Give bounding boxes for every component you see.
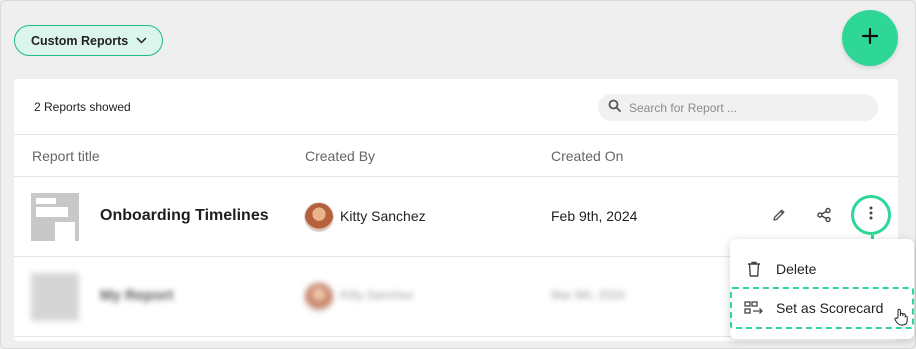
chevron-down-icon	[136, 37, 147, 44]
col-created-by: Created By	[305, 148, 376, 164]
more-options-button[interactable]	[851, 195, 891, 235]
hand-cursor-icon	[894, 308, 908, 331]
custom-reports-dropdown[interactable]: Custom Reports	[14, 25, 163, 56]
reports-count: 2 Reports showed	[34, 100, 131, 114]
row-options-menu: Delete Set as Scorecard	[730, 239, 914, 339]
custom-reports-label: Custom Reports	[31, 33, 129, 48]
menu-item-set-as-scorecard[interactable]: Set as Scorecard	[730, 287, 914, 329]
menu-item-label: Delete	[776, 261, 817, 277]
report-title[interactable]: My Report	[100, 287, 173, 304]
report-title[interactable]: Onboarding Timelines	[100, 207, 269, 225]
created-on: Mar 8th, 2024	[551, 288, 626, 302]
created-by: Kitty Sanchez	[340, 288, 414, 302]
share-icon[interactable]	[813, 204, 835, 226]
search-box[interactable]	[598, 94, 878, 121]
search-icon	[608, 99, 621, 117]
search-input[interactable]	[629, 100, 859, 115]
col-report-title: Report title	[32, 148, 100, 164]
created-on: Feb 9th, 2024	[551, 208, 638, 224]
trash-icon	[744, 261, 764, 277]
menu-item-label: Set as Scorecard	[776, 300, 884, 316]
report-thumbnail	[31, 193, 79, 241]
more-vertical-icon	[869, 206, 873, 225]
created-by: Kitty Sanchez	[340, 208, 426, 224]
avatar	[304, 282, 334, 312]
scorecard-icon	[744, 301, 764, 315]
reports-toolbar: 2 Reports showed	[14, 79, 898, 135]
table-header: Report title Created By Created On	[14, 135, 898, 177]
edit-icon[interactable]	[768, 204, 790, 226]
col-created-on: Created On	[551, 148, 624, 164]
add-report-button[interactable]	[842, 10, 898, 66]
plus-icon	[861, 27, 879, 50]
avatar	[304, 202, 334, 232]
report-thumbnail	[31, 273, 79, 321]
menu-item-delete[interactable]: Delete	[730, 253, 914, 285]
